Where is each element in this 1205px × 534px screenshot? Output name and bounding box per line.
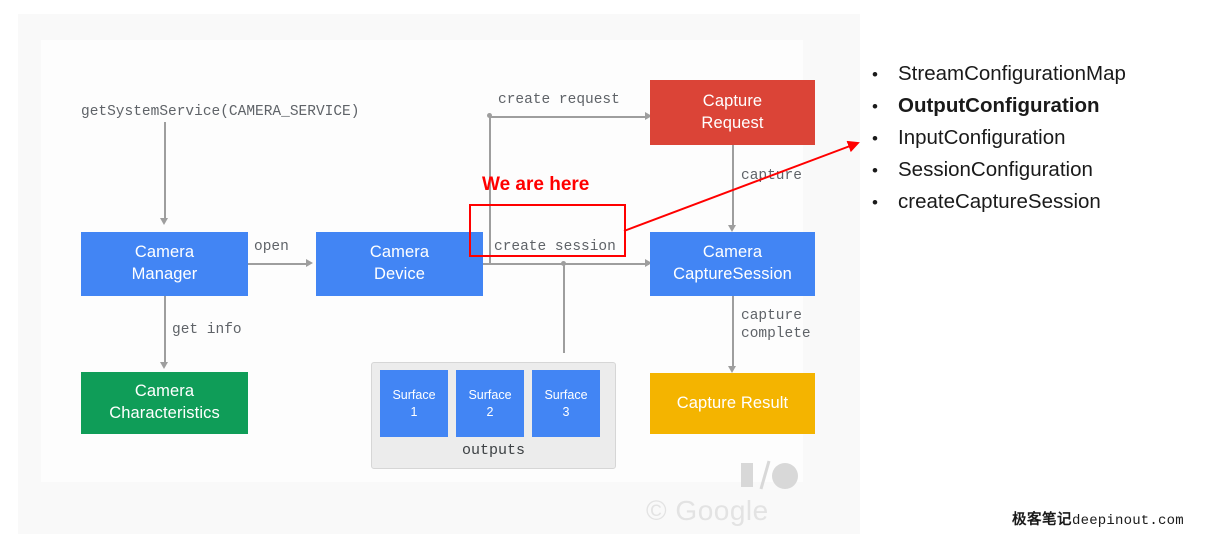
bullet-label-3: SessionConfiguration: [898, 158, 1093, 181]
node-capture-request-line1: Capture: [702, 91, 763, 110]
node-camera-characteristics-line1: Camera: [134, 382, 195, 401]
junction-dot-create-request: [487, 113, 492, 118]
node-capture-request-text: Capture Request: [701, 91, 763, 135]
outputs-group: Surface 1 Surface 2 Surface 3 outputs: [371, 362, 616, 469]
slide-image: getSystemService(CAMERA_SERVICE) Camera …: [18, 14, 860, 534]
bullet-label-1: OutputConfiguration: [898, 94, 1100, 117]
label-get-system-service: getSystemService(CAMERA_SERVICE): [81, 104, 360, 120]
arrowhead-session-to-result: [728, 366, 736, 373]
node-camera-device-line1: Camera: [369, 243, 430, 262]
surface-3-text: Surface 3: [544, 387, 587, 420]
node-camera-capture-session-line2: CaptureSession: [673, 265, 792, 283]
connector-session-to-result: [732, 296, 734, 368]
bullet-label-0: StreamConfigurationMap: [898, 62, 1126, 85]
node-camera-capture-session-line1: Camera: [702, 243, 763, 262]
arrowhead-manager-to-characteristics: [160, 362, 168, 369]
label-capture-complete-line2: complete: [741, 326, 811, 342]
node-camera-manager-line1: Camera: [134, 243, 195, 262]
list-item[interactable]: • InputConfiguration: [872, 126, 1192, 158]
surface-3-line1: Surface: [544, 388, 588, 403]
surface-1-text: Surface 1: [392, 387, 435, 420]
node-capture-result-text: Capture Result: [677, 393, 788, 415]
surface-2-text: Surface 2: [468, 387, 511, 420]
label-capture-complete-line1: capture: [741, 308, 802, 324]
surface-2-line2: 2: [486, 404, 494, 419]
google-credit: © Google: [646, 495, 769, 526]
watermark-domain: deepinout.com: [1072, 513, 1184, 529]
label-capture: capture: [741, 168, 802, 184]
node-camera-manager[interactable]: Camera Manager: [81, 232, 248, 296]
node-camera-manager-text: Camera Manager: [132, 242, 198, 286]
label-create-request: create request: [498, 92, 620, 108]
node-camera-device-text: Camera Device: [370, 242, 429, 286]
label-get-info: get info: [172, 322, 242, 338]
node-capture-request[interactable]: Capture Request: [650, 80, 815, 145]
android-io-logo-icon: [741, 460, 798, 490]
watermark-cjk: 极客笔记: [1012, 512, 1072, 528]
bullet-point-icon: •: [872, 97, 878, 116]
connector-manager-to-characteristics: [164, 296, 166, 364]
bullet-list: • StreamConfigurationMap • OutputConfigu…: [872, 62, 1192, 222]
surface-1-line2: 1: [410, 404, 418, 419]
list-item[interactable]: • OutputConfiguration: [872, 94, 1192, 126]
site-watermark: 极客笔记deepinout.com: [1012, 508, 1184, 529]
connector-request-to-session: [732, 145, 734, 227]
surface-1[interactable]: Surface 1: [380, 370, 448, 437]
surface-1-line1: Surface: [392, 388, 436, 403]
node-camera-characteristics[interactable]: Camera Characteristics: [81, 372, 248, 434]
surface-2-line1: Surface: [468, 388, 512, 403]
node-capture-result-line1: Capture Result: [676, 393, 789, 412]
connector-session-to-outputs: [563, 263, 565, 353]
node-camera-device[interactable]: Camera Device: [316, 232, 483, 296]
outputs-caption: outputs: [461, 442, 525, 459]
node-capture-request-line2: Request: [701, 113, 764, 132]
node-camera-characteristics-line2: Characteristics: [109, 404, 220, 422]
bullet-point-icon: •: [872, 65, 878, 84]
label-open: open: [254, 239, 289, 255]
connector-device-to-request-horizontal: [489, 116, 648, 118]
node-camera-device-line2: Device: [373, 265, 426, 283]
we-are-here-annotation: We are here: [482, 174, 590, 195]
surface-2[interactable]: Surface 2: [456, 370, 524, 437]
bullet-label-4: createCaptureSession: [898, 190, 1101, 213]
slide-content-area: getSystemService(CAMERA_SERVICE) Camera …: [41, 40, 815, 526]
node-camera-characteristics-text: Camera Characteristics: [109, 381, 220, 425]
bullet-point-icon: •: [872, 129, 878, 148]
list-item[interactable]: • StreamConfigurationMap: [872, 62, 1192, 94]
highlight-box-create-session: [469, 204, 626, 257]
bullet-point-icon: •: [872, 161, 878, 180]
node-camera-manager-line2: Manager: [131, 265, 198, 283]
arrowhead-request-to-session: [728, 225, 736, 232]
list-item[interactable]: • SessionConfiguration: [872, 158, 1192, 190]
arrowhead-manager-to-device: [306, 259, 313, 267]
connector-device-to-session: [483, 263, 649, 265]
node-camera-capture-session-text: Camera CaptureSession: [673, 242, 792, 286]
node-camera-capture-session[interactable]: Camera CaptureSession: [650, 232, 815, 296]
bullet-label-2: InputConfiguration: [898, 126, 1066, 149]
list-item[interactable]: • createCaptureSession: [872, 190, 1192, 222]
surface-3[interactable]: Surface 3: [532, 370, 600, 437]
surface-3-line2: 3: [562, 404, 570, 419]
node-capture-result[interactable]: Capture Result: [650, 373, 815, 434]
connector-service-to-manager: [164, 122, 166, 220]
arrowhead-service-to-manager: [160, 218, 168, 225]
bullet-point-icon: •: [872, 193, 878, 212]
connector-manager-to-device: [248, 263, 308, 265]
